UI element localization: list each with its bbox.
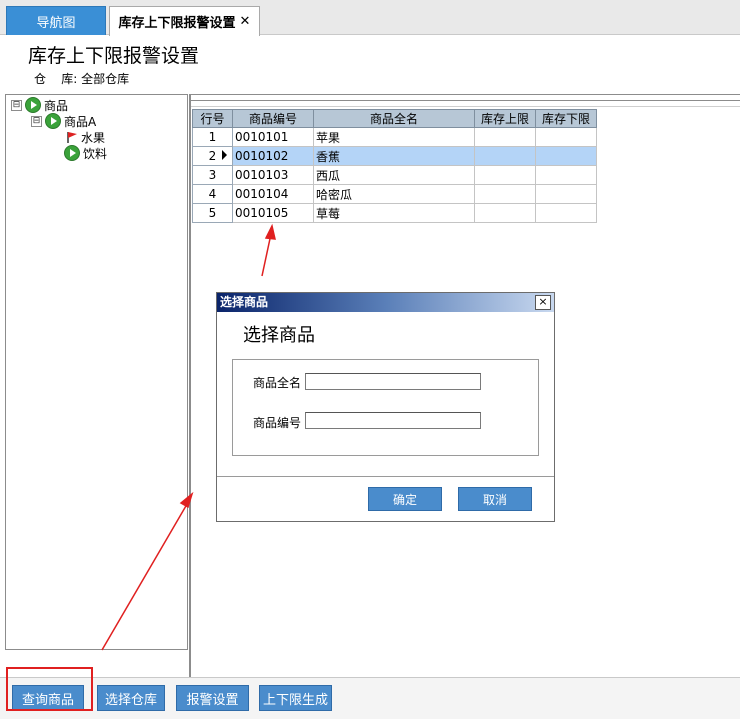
close-icon[interactable]: ×: [535, 295, 551, 310]
row-number[interactable]: 3: [192, 165, 233, 185]
row-number[interactable]: 4: [192, 184, 233, 204]
play-icon: [45, 113, 61, 129]
cell-code[interactable]: 0010105: [232, 203, 314, 223]
column-header-full-name[interactable]: 商品全名: [313, 109, 475, 128]
cell-lower[interactable]: [535, 127, 597, 147]
tree-node-drinks[interactable]: 饮料: [64, 145, 107, 161]
cancel-button[interactable]: 取消: [458, 487, 532, 511]
tree-node-product-a[interactable]: ⊟ 商品A: [31, 113, 96, 129]
warehouse-label: 仓 库: 全部仓库: [34, 72, 130, 86]
code-label: 商品编号: [253, 416, 302, 430]
cell-code[interactable]: 0010103: [232, 165, 314, 185]
cell-name[interactable]: 西瓜: [313, 165, 475, 185]
table-row-selected[interactable]: 2 0010102 香蕉: [192, 146, 597, 166]
cell-code[interactable]: 0010104: [232, 184, 314, 204]
cell-name[interactable]: 香蕉: [313, 146, 475, 166]
category-tree-panel[interactable]: ⊟ 商品 ⊟ 商品A 水果 饮料: [5, 94, 188, 650]
cell-lower[interactable]: [535, 203, 597, 223]
table-row[interactable]: 5 0010105 草莓: [192, 203, 597, 223]
close-icon[interactable]: ✕: [240, 14, 251, 29]
tab-stock-alarm-settings-label: 库存上下限报警设置: [118, 16, 236, 31]
cell-upper[interactable]: [474, 203, 536, 223]
column-header-code[interactable]: 商品编号: [232, 109, 314, 128]
alarm-settings-label: 报警设置: [186, 692, 239, 708]
column-header-lower-limit[interactable]: 库存下限: [535, 109, 597, 128]
cell-lower[interactable]: [535, 184, 597, 204]
row-number[interactable]: 1: [192, 127, 233, 147]
alarm-settings-button[interactable]: 报警设置: [176, 685, 249, 711]
tree-node-drinks-label: 饮料: [83, 146, 108, 161]
ok-button[interactable]: 确定: [368, 487, 442, 511]
tree-node-product-a-label: 商品A: [64, 114, 97, 129]
table-row[interactable]: 4 0010104 哈密瓜: [192, 184, 597, 204]
tree-node-fruit-label: 水果: [81, 130, 106, 145]
ok-button-label: 确定: [392, 492, 417, 507]
column-header-upper-limit[interactable]: 库存上限: [474, 109, 536, 128]
cell-lower[interactable]: [535, 165, 597, 185]
row-number[interactable]: 5: [192, 203, 233, 223]
select-product-dialog[interactable]: 选择商品 × 选择商品 商品全名 商品编号 确定 取消: [216, 292, 555, 522]
cell-upper[interactable]: [474, 184, 536, 204]
annotation-highlight-box: [6, 667, 93, 711]
row-number[interactable]: 2: [192, 146, 233, 166]
cancel-button-label: 取消: [482, 492, 507, 507]
cell-upper[interactable]: [474, 127, 536, 147]
column-header-row-no[interactable]: 行号: [192, 109, 233, 128]
row-number-label: 2: [208, 149, 217, 163]
full-name-input[interactable]: [305, 373, 481, 390]
cell-name[interactable]: 草莓: [313, 203, 475, 223]
select-warehouse-button[interactable]: 选择仓库: [97, 685, 165, 711]
tab-stock-alarm-settings[interactable]: 库存上下限报警设置 ✕: [109, 6, 260, 36]
cell-lower[interactable]: [535, 146, 597, 166]
row-pointer-icon: [222, 150, 227, 160]
generate-limits-button[interactable]: 上下限生成: [259, 685, 332, 711]
tab-navigation-map-label: 导航图: [36, 15, 76, 31]
tab-navigation-map[interactable]: 导航图: [6, 6, 106, 35]
cell-upper[interactable]: [474, 165, 536, 185]
cell-code[interactable]: 0010102: [232, 146, 314, 166]
dialog-title: 选择商品: [220, 295, 269, 309]
product-grid[interactable]: 行号 商品编号 商品全名 库存上限 库存下限 1 0010101 苹果 2 00…: [192, 109, 597, 223]
table-row[interactable]: 3 0010103 西瓜: [192, 165, 597, 185]
flag-icon: [67, 132, 77, 143]
tree-node-fruit[interactable]: 水果: [64, 129, 105, 145]
cell-name[interactable]: 哈密瓜: [313, 184, 475, 204]
page-title: 库存上下限报警设置: [28, 45, 200, 67]
table-row[interactable]: 1 0010101 苹果: [192, 127, 597, 147]
full-name-label: 商品全名: [253, 376, 302, 390]
collapse-icon[interactable]: ⊟: [31, 115, 42, 127]
collapse-icon[interactable]: ⊟: [11, 99, 22, 111]
play-icon: [64, 145, 80, 161]
select-warehouse-label: 选择仓库: [104, 692, 157, 708]
dialog-titlebar[interactable]: 选择商品 ×: [217, 293, 554, 312]
tree-node-root-label: 商品: [44, 98, 69, 113]
right-panel-divider: [191, 100, 740, 101]
play-icon: [25, 97, 41, 113]
generate-limits-label: 上下限生成: [262, 692, 328, 708]
dialog-divider: [217, 476, 554, 477]
tree-node-root[interactable]: ⊟ 商品: [11, 97, 68, 113]
cell-code[interactable]: 0010101: [232, 127, 314, 147]
cell-name[interactable]: 苹果: [313, 127, 475, 147]
dialog-heading: 选择商品: [243, 325, 315, 346]
cell-upper[interactable]: [474, 146, 536, 166]
code-input[interactable]: [305, 412, 481, 429]
